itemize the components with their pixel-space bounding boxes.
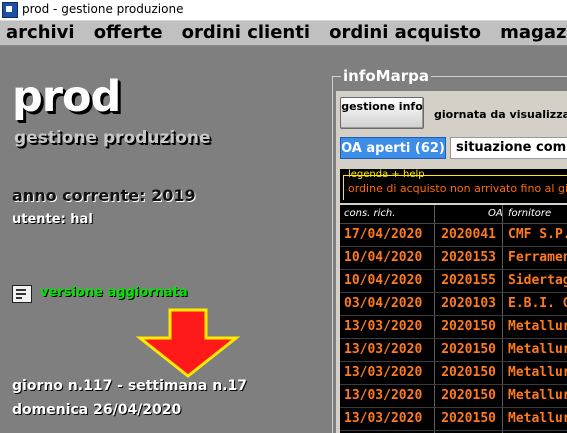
menu-item-ordini-acquisto[interactable]: ordini acquisto: [329, 21, 481, 45]
cell-delivery-date: 13/03/2020: [344, 365, 423, 380]
day-to-show-label: giornata da visualizzare:: [434, 108, 567, 121]
cell-supplier: Sidertagli: [508, 273, 567, 288]
cell-supplier: Ferramen: [508, 250, 567, 265]
cell-delivery-date: 13/03/2020: [344, 388, 423, 403]
table-row[interactable]: 03/04/2020 2020103 E.B.I. Gro: [340, 293, 567, 316]
cell-oa-number: 2020150: [441, 342, 496, 357]
legend-box: legenda + help ordine di acquisto non ar…: [340, 169, 567, 203]
date-line: domenica 26/04/2020: [12, 402, 182, 418]
cell-supplier: Metallurg: [508, 365, 567, 380]
cell-oa-number: 2020150: [441, 319, 496, 334]
cell-delivery-date: 10/04/2020: [344, 250, 423, 265]
tab-situazione-commesse[interactable]: situazione comm: [450, 137, 567, 159]
column-header-cons-rich[interactable]: cons. rich.: [344, 208, 395, 219]
app-name: prod: [12, 72, 121, 122]
column-header-fornitore[interactable]: fornitore: [508, 208, 551, 219]
cell-supplier: E.B.I. Gro: [508, 296, 567, 311]
cell-oa-number: 2020155: [441, 273, 496, 288]
cell-oa-number: 2020150: [441, 411, 496, 426]
menu-item-archivi[interactable]: archivi: [6, 21, 75, 45]
menu-item-magazzino[interactable]: magazz: [500, 21, 567, 45]
legend-text: ordine di acquisto non arrivato fino al …: [348, 182, 567, 195]
panel-title: infoMarpa: [341, 67, 431, 85]
cell-delivery-date: 10/04/2020: [344, 273, 423, 288]
table-row[interactable]: 13/03/2020 2020150 Metallurg: [340, 316, 567, 339]
table-row[interactable]: 10/04/2020 2020155 Sidertagli: [340, 270, 567, 293]
table-row[interactable]: 13/03/2020 2020150 Metallurg: [340, 362, 567, 385]
column-header-oa[interactable]: OA: [488, 208, 503, 219]
cell-oa-number: 2020103: [441, 296, 496, 311]
table-row[interactable]: 17/04/2020 2020041 CMF S.P.A: [340, 224, 567, 247]
app-subtitle: gestione produzione: [14, 128, 211, 148]
current-year-value: 2019: [151, 186, 196, 205]
table-row[interactable]: 13/03/2020 2020150 Metallurg: [340, 408, 567, 431]
cell-supplier: Metallurg: [508, 319, 567, 334]
cell-delivery-date: 13/03/2020: [344, 319, 423, 334]
day-week-line: giorno n.117 - settimana n.17: [12, 378, 247, 394]
user-line: utente: hal: [12, 212, 93, 227]
cell-delivery-date: 17/04/2020: [344, 227, 423, 242]
cell-oa-number: 2020150: [441, 365, 496, 380]
version-status-link[interactable]: versione aggiornata: [40, 285, 188, 300]
title-bar: prod - gestione produzione: [0, 0, 567, 21]
cell-oa-number: 2020041: [441, 227, 496, 242]
cell-supplier: Metallurg: [508, 342, 567, 357]
cell-delivery-date: 13/03/2020: [344, 411, 423, 426]
cell-delivery-date: 03/04/2020: [344, 296, 423, 311]
gestione-info-button[interactable]: gestione info: [340, 97, 424, 129]
infomarpa-panel: infoMarpa gestione info giornata da visu…: [332, 67, 567, 433]
open-orders-table: cons. rich. OA fornitore 17/04/2020 20200…: [340, 205, 567, 433]
cell-supplier: CMF S.P.A: [508, 227, 567, 242]
table-row[interactable]: 13/03/2020 2020150 Metallurg: [340, 385, 567, 408]
panel-content: gestione info giornata da visualizzare: …: [336, 91, 567, 433]
red-down-arrow-icon: [136, 308, 240, 378]
table-header: cons. rich. OA fornitore: [340, 205, 567, 224]
app-icon: [2, 2, 18, 18]
cell-supplier: Metallurg: [508, 388, 567, 403]
cell-supplier: Metallurg: [508, 411, 567, 426]
menu-item-ordini-clienti[interactable]: ordini clienti: [182, 21, 310, 45]
current-year-label: anno corrente:: [12, 186, 146, 205]
table-row[interactable]: 13/03/2020 2020150 Metallurg: [340, 339, 567, 362]
legend-title[interactable]: legenda + help: [348, 169, 425, 180]
menu-bar: archivi offerte ordini clienti ordini ac…: [0, 21, 567, 46]
window-title: prod - gestione produzione: [22, 2, 184, 16]
cell-delivery-date: 13/03/2020: [344, 342, 423, 357]
cell-oa-number: 2020150: [441, 388, 496, 403]
menu-item-offerte[interactable]: offerte: [94, 21, 163, 45]
cell-oa-number: 2020153: [441, 250, 496, 265]
current-year: anno corrente: 2019: [12, 186, 196, 205]
table-row[interactable]: 10/04/2020 2020153 Ferramen: [340, 247, 567, 270]
tab-oa-aperti[interactable]: OA aperti (62): [340, 137, 446, 159]
version-document-icon[interactable]: [12, 285, 32, 303]
